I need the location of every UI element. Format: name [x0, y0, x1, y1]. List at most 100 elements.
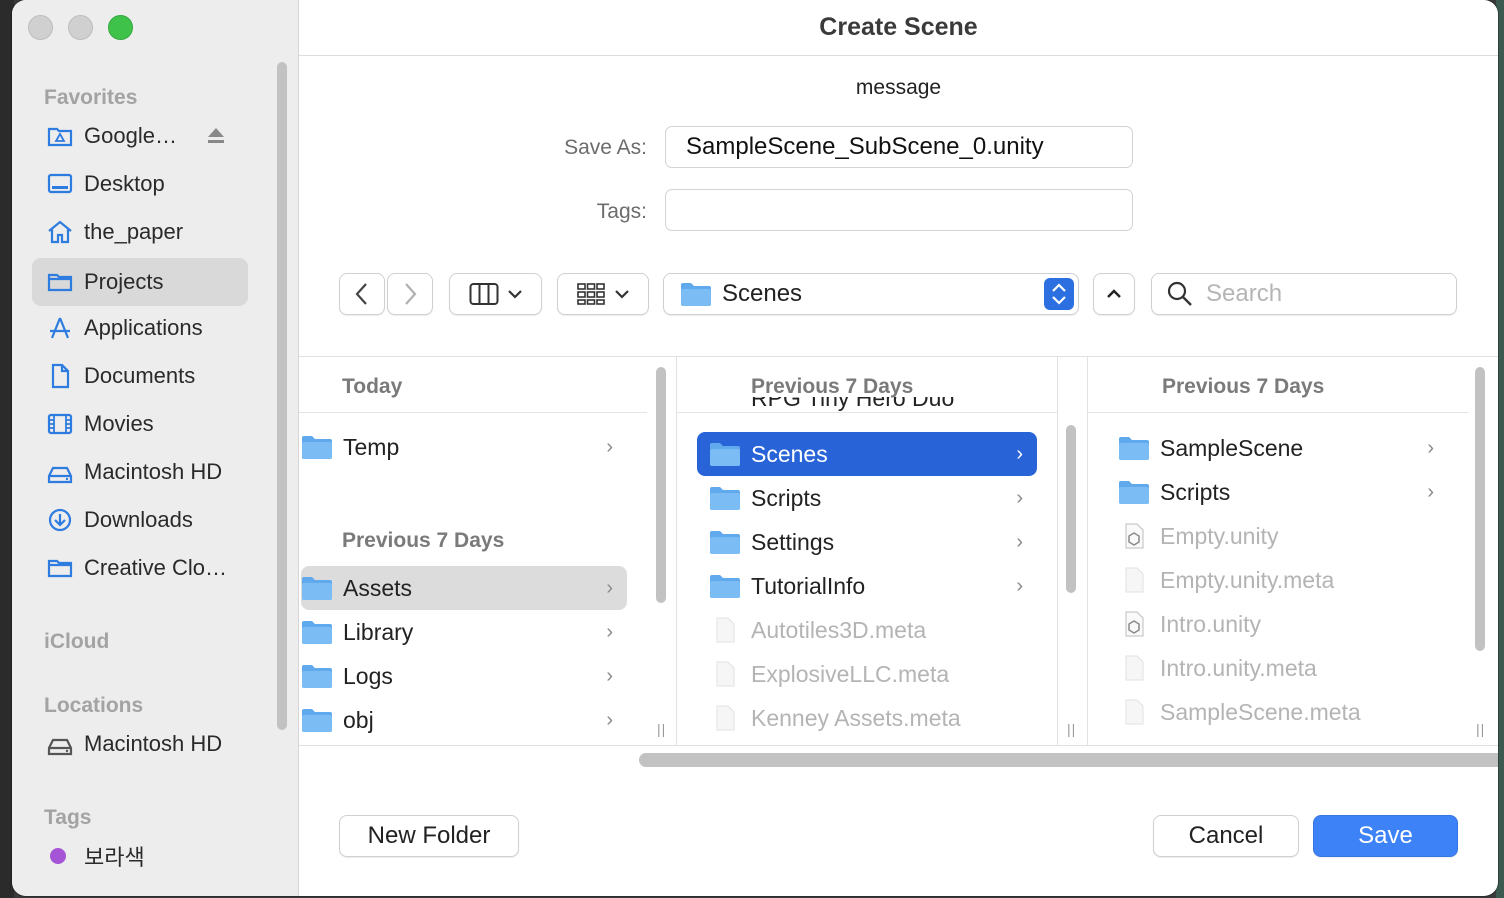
columns-view-icon — [469, 283, 498, 305]
item-label: RPG Tiny Hero Duo — [751, 397, 955, 411]
list-item-obj[interactable]: obj › — [301, 698, 627, 742]
browser-bottom-divider — [299, 745, 1498, 746]
chevron-right-icon: › — [1427, 481, 1434, 503]
sidebar-item-tag-purple[interactable]: 보라색 — [32, 832, 248, 880]
zoom-window-button[interactable] — [108, 15, 133, 40]
search-placeholder: Search — [1206, 280, 1283, 307]
list-item-scenes[interactable]: Scenes › — [697, 432, 1037, 476]
cancel-button[interactable]: Cancel — [1153, 815, 1299, 857]
list-item-assets[interactable]: Assets › — [301, 566, 627, 610]
view-mode-button[interactable] — [449, 273, 542, 315]
sidebar-item-macintosh-hd-location[interactable]: Macintosh HD — [32, 720, 248, 768]
sidebar-item-documents[interactable]: Documents — [32, 352, 248, 400]
list-item-unity-file: Intro.unity — [1118, 602, 1448, 646]
save-dialog: Favorites Google… Desktop the_paper Proj… — [12, 0, 1498, 896]
sidebar-item-applications[interactable]: Applications — [32, 304, 248, 352]
search-icon — [1167, 281, 1192, 306]
search-field[interactable]: Search — [1151, 273, 1457, 315]
back-button[interactable] — [339, 273, 385, 315]
column-2-scrollbar[interactable] — [1066, 425, 1076, 593]
partial-list-item: RPG Tiny Hero Duo — [751, 397, 954, 413]
list-item-settings[interactable]: Settings › — [697, 520, 1037, 564]
column-3-scrollbar[interactable] — [1475, 367, 1485, 651]
column-1-scrollbar[interactable] — [656, 367, 666, 603]
column-header: Previous 7 Days — [1088, 357, 1468, 413]
sidebar-item-label: Creative Clo… — [84, 555, 228, 580]
folder-icon — [1119, 437, 1149, 460]
forward-button[interactable] — [387, 273, 433, 315]
sidebar-item-the-paper[interactable]: the_paper — [32, 208, 248, 256]
item-label: Assets — [343, 574, 413, 601]
tags-field[interactable] — [665, 189, 1133, 231]
sidebar-item-label: Downloads — [84, 507, 193, 532]
list-item-unity-file: Empty.unity — [1118, 514, 1448, 558]
chevron-right-icon: › — [1016, 575, 1023, 597]
favorites-header: Favorites — [44, 86, 138, 109]
chevron-right-icon: › — [606, 436, 613, 458]
unity-file-icon — [1125, 523, 1144, 549]
file-icon — [1125, 699, 1144, 725]
list-item-scripts[interactable]: Scripts › — [1118, 470, 1448, 514]
sidebar-item-macintosh-hd[interactable]: Macintosh HD — [32, 448, 248, 496]
minimize-window-button[interactable] — [68, 15, 93, 40]
list-item-logs[interactable]: Logs › — [301, 654, 627, 698]
sidebar-item-label: Macintosh HD — [84, 459, 223, 484]
sidebar-item-creative-cloud[interactable]: Creative Clo… — [32, 544, 248, 592]
item-label: Kenney Assets.meta — [751, 704, 961, 731]
file-icon — [716, 661, 735, 687]
toggle-expand-button[interactable] — [1093, 273, 1135, 315]
close-window-button[interactable] — [28, 15, 53, 40]
folder-icon — [302, 709, 332, 732]
icloud-header: iCloud — [44, 630, 110, 653]
popup-stepper-icon — [1044, 278, 1074, 310]
sidebar-item-label: Macintosh HD — [84, 731, 223, 756]
desktop-icon — [47, 173, 73, 194]
item-label: Temp — [343, 433, 400, 460]
column-resize-grip[interactable]: || — [657, 721, 666, 737]
folder-icon — [47, 273, 73, 292]
file-icon — [716, 617, 735, 643]
list-item-library[interactable]: Library › — [301, 610, 627, 654]
group-button[interactable] — [557, 273, 649, 315]
chevron-right-icon: › — [606, 665, 613, 687]
list-item-file: SampleScene.meta — [1118, 690, 1448, 734]
list-item-temp[interactable]: Temp › — [301, 425, 627, 469]
sidebar-item-label: the_paper — [84, 219, 184, 244]
list-item-samplescene-folder[interactable]: SampleScene › — [1118, 426, 1448, 470]
item-label: Scripts — [751, 484, 822, 511]
sidebar-item-label: Google… — [84, 123, 177, 148]
list-item-tutorialinfo[interactable]: TutorialInfo › — [697, 564, 1037, 608]
item-label: Settings — [751, 528, 835, 555]
sidebar-item-desktop[interactable]: Desktop — [32, 160, 248, 208]
folder-icon — [302, 621, 332, 644]
sidebar-item-projects[interactable]: Projects — [32, 258, 248, 306]
folder-icon — [1119, 481, 1149, 504]
item-label: SampleScene.meta — [1160, 698, 1361, 725]
new-folder-button[interactable]: New Folder — [339, 815, 519, 857]
item-label: TutorialInfo — [751, 572, 866, 599]
column-resize-grip[interactable]: || — [1067, 721, 1076, 737]
sidebar-item-downloads[interactable]: Downloads — [32, 496, 248, 544]
folder-icon — [302, 665, 332, 688]
save-button[interactable]: Save — [1313, 815, 1458, 857]
list-item-scripts[interactable]: Scripts › — [697, 476, 1037, 520]
horizontal-scrollbar[interactable] — [639, 753, 1498, 767]
sidebar: Favorites Google… Desktop the_paper Proj… — [12, 0, 299, 896]
folder-icon — [302, 577, 332, 600]
chevron-right-icon: › — [1016, 443, 1023, 465]
folder-icon — [710, 531, 740, 554]
grid-icon — [577, 283, 605, 305]
sidebar-item-label: Documents — [84, 363, 196, 388]
column-resize-grip[interactable]: || — [1476, 721, 1485, 737]
sidebar-item-movies[interactable]: Movies — [32, 400, 248, 448]
chevron-right-icon: › — [1016, 531, 1023, 553]
save-as-field[interactable]: SampleScene_SubScene_0.unity — [665, 126, 1133, 168]
sidebar-item-label: Projects — [84, 269, 164, 294]
sidebar-item-google-drive[interactable]: Google… — [32, 112, 248, 160]
save-as-label: Save As: — [564, 136, 647, 159]
locations-header: Locations — [44, 694, 144, 717]
location-popup[interactable]: Scenes — [663, 273, 1079, 315]
sidebar-scrollbar[interactable] — [277, 62, 287, 730]
eject-icon[interactable] — [202, 122, 230, 150]
item-label: Scripts — [1160, 478, 1231, 505]
